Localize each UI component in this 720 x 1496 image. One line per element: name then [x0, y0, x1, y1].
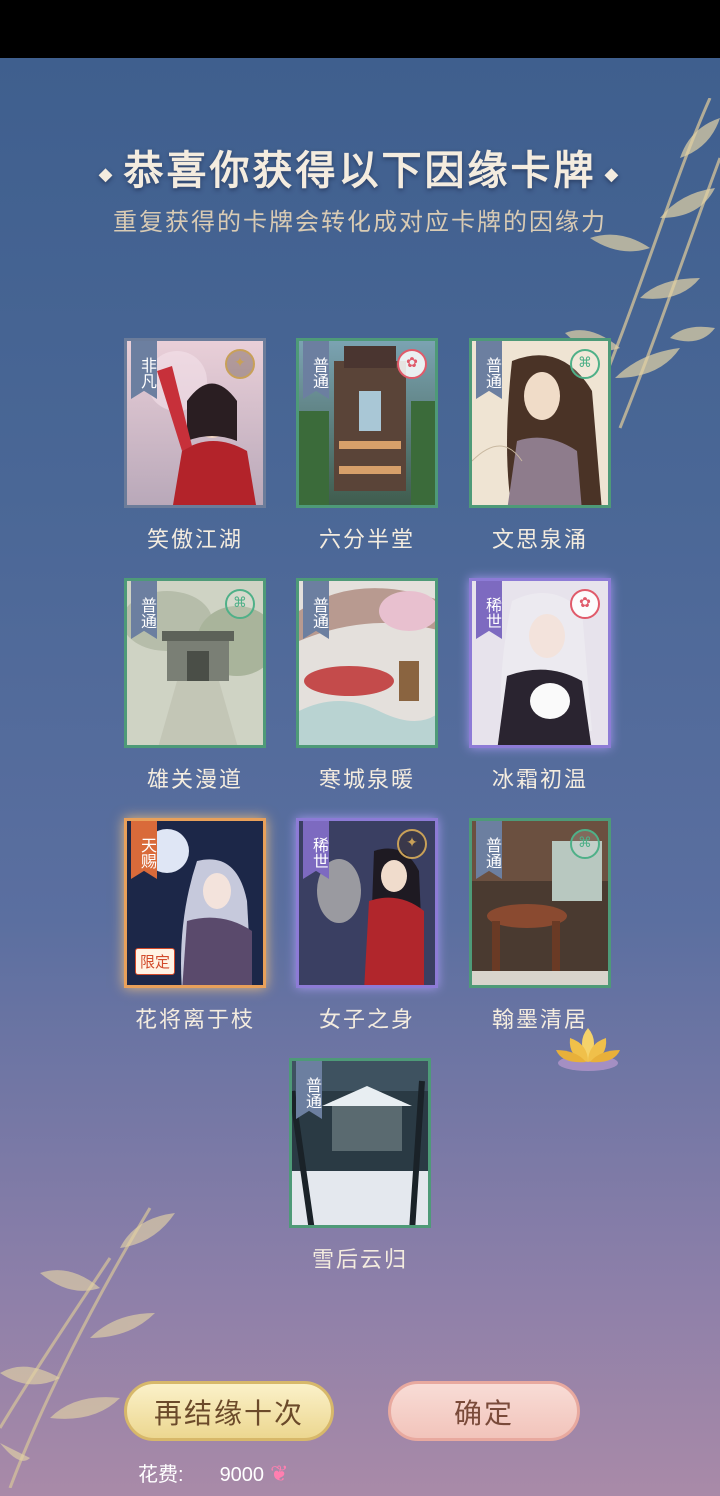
draw-ten-again-button[interactable]: 再结缘十次	[124, 1381, 334, 1441]
butterfly-currency-icon: ❦	[270, 1461, 289, 1486]
rarity-tag: 非凡	[131, 341, 157, 399]
card-5[interactable]: 稀世 ✿	[469, 578, 611, 748]
card-0[interactable]: 非凡 ✦	[124, 338, 266, 508]
card-label: 六分半堂	[318, 528, 415, 553]
flower-emblem-icon: ✿	[397, 349, 427, 379]
confirm-button[interactable]: 确定	[388, 1381, 580, 1441]
cost-display: 花费: 9000 ❦	[138, 1458, 289, 1486]
card-8[interactable]: 普通 ⌘	[469, 818, 611, 988]
title-text: 恭喜你获得以下因缘卡牌	[123, 147, 597, 194]
cost-label: 花费:	[138, 1464, 184, 1486]
card-label: 雄关漫道	[146, 768, 243, 793]
lotus-icon	[556, 1028, 620, 1071]
limited-badge: 限定	[135, 948, 176, 975]
card-label: 冰霜初温	[491, 768, 588, 793]
diamond-icon: ◆	[604, 163, 622, 185]
card-label: 寒城泉暖	[318, 768, 415, 793]
rarity-tag: 普通	[131, 581, 157, 639]
card-6[interactable]: 天赐 限定	[124, 818, 266, 988]
card-label: 雪后云归	[311, 1248, 408, 1273]
card-9[interactable]: 普通	[289, 1058, 431, 1228]
card-label: 文思泉涌	[491, 528, 588, 553]
status-bar	[0, 0, 720, 58]
page-subtitle: 重复获得的卡牌会转化成对应卡牌的因缘力	[113, 208, 607, 236]
card-1[interactable]: 普通 ✿	[296, 338, 438, 508]
bamboo-decoration-bottom	[0, 1207, 175, 1488]
rarity-tag: 普通	[476, 341, 502, 399]
flower-emblem-icon: ✿	[570, 589, 600, 619]
card-2[interactable]: 普通 ⌘	[469, 338, 611, 508]
emblem-icon: ✦	[225, 349, 255, 379]
rarity-tag: 普通	[476, 821, 502, 879]
card-7[interactable]: 稀世 ✦	[296, 818, 438, 988]
card-3[interactable]: 普通 ⌘	[124, 578, 266, 748]
rarity-tag: 天赐	[131, 821, 157, 879]
rarity-tag: 稀世	[303, 821, 329, 879]
card-4[interactable]: 普通	[296, 578, 438, 748]
rarity-tag: 普通	[303, 581, 329, 639]
page-title: ◆ 恭喜你获得以下因缘卡牌 ◆	[0, 138, 720, 196]
emblem-icon: ✦	[397, 829, 427, 859]
leaf-emblem-icon: ⌘	[225, 589, 255, 619]
rarity-tag: 普通	[303, 341, 329, 399]
rarity-tag: 稀世	[476, 581, 502, 639]
leaf-emblem-icon: ⌘	[570, 829, 600, 859]
rarity-tag: 普通	[296, 1061, 322, 1119]
cost-value: 9000	[219, 1464, 265, 1486]
leaf-emblem-icon: ⌘	[570, 349, 600, 379]
card-label: 笑傲江湖	[146, 528, 243, 553]
card-label: 女子之身	[318, 1008, 415, 1033]
diamond-icon: ◆	[98, 163, 116, 185]
card-label: 花将离于枝	[134, 1008, 255, 1033]
